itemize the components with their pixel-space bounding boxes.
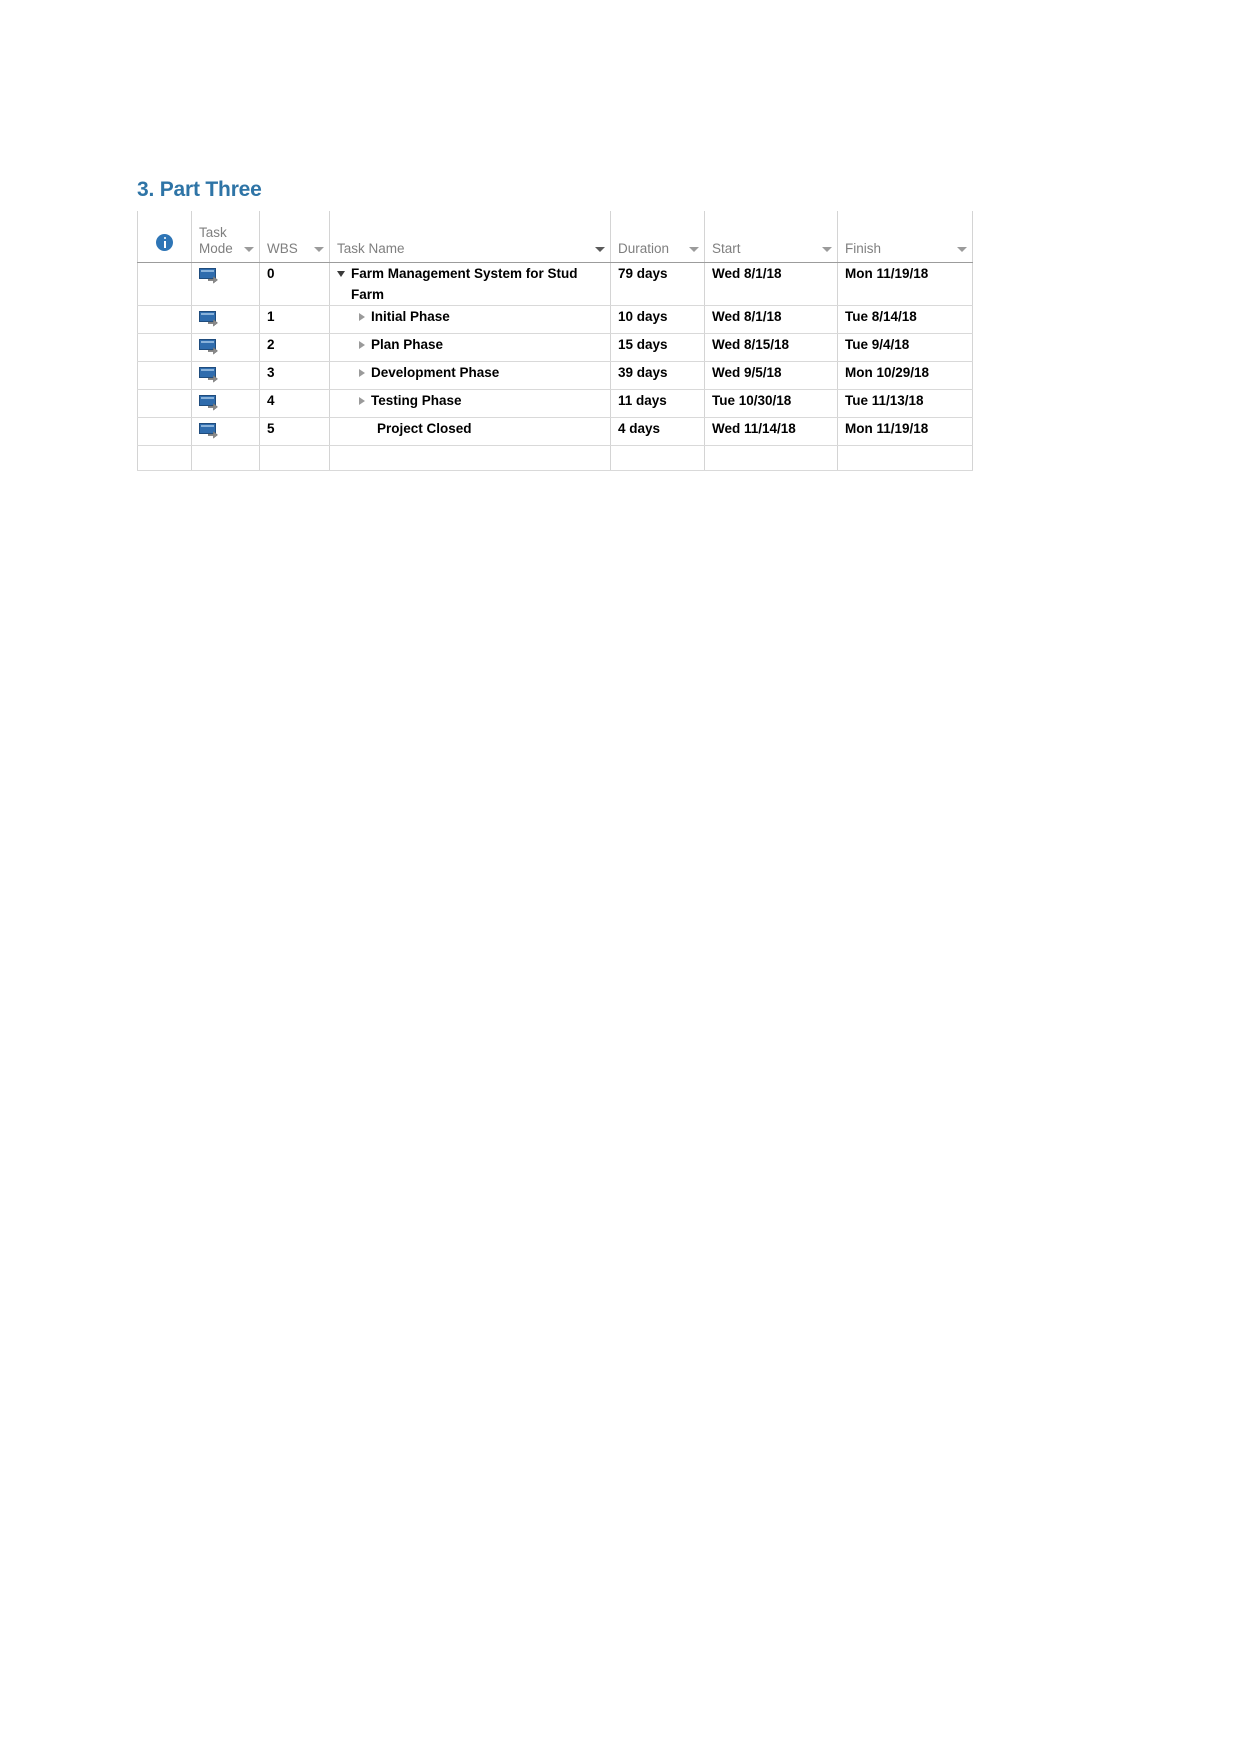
column-header-task-name[interactable]: Task Name [329,211,611,263]
task-name-text: Farm Management System for Stud Farm [351,266,578,302]
column-header-start-label: Start [712,241,741,256]
cell-task-name[interactable]: Initial Phase [329,305,611,334]
table-body: 0 Farm Management System for Stud Farm 79 … [137,262,973,471]
cell-start[interactable]: Wed 8/15/18 [704,333,838,362]
expand-triangle-icon[interactable] [359,397,365,405]
table-row[interactable]: 0 Farm Management System for Stud Farm 79 … [137,262,973,306]
column-header-task-mode-label: Task Mode [199,225,233,256]
cell-indicator[interactable] [137,262,192,306]
cell-finish[interactable] [837,445,973,471]
cell-wbs[interactable]: 0 [259,262,330,306]
expand-triangle-icon[interactable] [359,313,365,321]
cell-task-name[interactable] [329,445,611,471]
table-header-row: Task Mode WBS Task Name Duration Start F… [137,211,973,263]
cell-finish[interactable]: Mon 11/19/18 [837,262,973,306]
filter-arrow-icon[interactable] [689,247,699,252]
cell-duration[interactable]: 79 days [610,262,705,306]
auto-scheduled-icon [199,395,219,411]
cell-duration[interactable]: 4 days [610,417,705,446]
cell-task-mode[interactable] [191,389,260,418]
cell-task-mode[interactable] [191,305,260,334]
no-expander-icon [359,418,371,419]
task-name-text: Plan Phase [371,337,444,352]
auto-scheduled-icon [199,339,219,355]
table-row[interactable]: 3 Development Phase 39 days Wed 9/5/18 Mon 1… [137,361,973,390]
cell-wbs[interactable]: 3 [259,361,330,390]
column-header-finish-label: Finish [845,241,882,256]
cell-start[interactable]: Wed 9/5/18 [704,361,838,390]
auto-scheduled-icon [199,268,219,284]
column-header-task-name-label: Task Name [337,241,405,256]
cell-task-name[interactable]: Farm Management System for Stud Farm [329,262,611,306]
table-row[interactable]: 1 Initial Phase 10 days Wed 8/1/18 Tue 8/14/… [137,305,973,334]
cell-indicator[interactable] [137,333,192,362]
expand-triangle-icon[interactable] [359,341,365,349]
cell-duration[interactable]: 10 days [610,305,705,334]
cell-task-name[interactable]: Development Phase [329,361,611,390]
cell-finish[interactable]: Mon 10/29/18 [837,361,973,390]
cell-task-mode[interactable] [191,333,260,362]
auto-scheduled-icon [199,423,219,439]
task-name-text: Initial Phase [371,309,450,324]
cell-duration[interactable]: 15 days [610,333,705,362]
column-header-start[interactable]: Start [704,211,838,263]
cell-duration[interactable]: 39 days [610,361,705,390]
cell-finish[interactable]: Tue 11/13/18 [837,389,973,418]
cell-task-mode[interactable] [191,262,260,306]
filter-arrow-icon[interactable] [595,247,605,252]
project-task-table: Task Mode WBS Task Name Duration Start F… [137,211,973,471]
cell-task-mode[interactable] [191,445,260,471]
table-row[interactable]: 4 Testing Phase 11 days Tue 10/30/18 Tue 11/… [137,389,973,418]
cell-finish[interactable]: Tue 8/14/18 [837,305,973,334]
column-header-finish[interactable]: Finish [837,211,973,263]
cell-start[interactable]: Wed 8/1/18 [704,305,838,334]
column-header-duration-label: Duration [618,241,670,256]
filter-arrow-icon[interactable] [957,247,967,252]
column-header-wbs-label: WBS [267,241,298,256]
cell-wbs[interactable]: 4 [259,389,330,418]
task-name-text: Testing Phase [371,393,462,408]
auto-scheduled-icon [199,311,219,327]
cell-wbs[interactable] [259,445,330,471]
table-row-empty[interactable] [137,445,973,471]
cell-start[interactable]: Wed 8/1/18 [704,262,838,306]
column-header-indicators[interactable] [137,211,192,263]
column-header-task-mode[interactable]: Task Mode [191,211,260,263]
information-icon [156,234,173,251]
expand-triangle-icon[interactable] [359,369,365,377]
cell-duration[interactable] [610,445,705,471]
cell-indicator[interactable] [137,417,192,446]
cell-task-name[interactable]: Testing Phase [329,389,611,418]
table-row[interactable]: 2 Plan Phase 15 days Wed 8/15/18 Tue 9/4/18 [137,333,973,362]
task-name-text: Project Closed [377,421,472,436]
cell-wbs[interactable]: 1 [259,305,330,334]
cell-indicator[interactable] [137,389,192,418]
collapse-triangle-icon[interactable] [337,271,345,277]
cell-start[interactable]: Tue 10/30/18 [704,389,838,418]
cell-wbs[interactable]: 5 [259,417,330,446]
cell-indicator[interactable] [137,361,192,390]
cell-start[interactable] [704,445,838,471]
column-header-wbs[interactable]: WBS [259,211,330,263]
column-header-duration[interactable]: Duration [610,211,705,263]
auto-scheduled-icon [199,367,219,383]
cell-start[interactable]: Wed 11/14/18 [704,417,838,446]
cell-indicator[interactable] [137,445,192,471]
cell-finish[interactable]: Mon 11/19/18 [837,417,973,446]
cell-task-name[interactable]: Plan Phase [329,333,611,362]
page-title: 3. Part Three [137,178,262,201]
filter-arrow-icon[interactable] [244,247,254,252]
cell-duration[interactable]: 11 days [610,389,705,418]
cell-task-mode[interactable] [191,361,260,390]
cell-wbs[interactable]: 2 [259,333,330,362]
cell-indicator[interactable] [137,305,192,334]
task-name-text: Development Phase [371,365,500,380]
table-row[interactable]: 5 Project Closed 4 days Wed 11/14/18 Mon 11/… [137,417,973,446]
filter-arrow-icon[interactable] [822,247,832,252]
cell-task-name[interactable]: Project Closed [329,417,611,446]
cell-task-mode[interactable] [191,417,260,446]
filter-arrow-icon[interactable] [314,247,324,252]
cell-finish[interactable]: Tue 9/4/18 [837,333,973,362]
